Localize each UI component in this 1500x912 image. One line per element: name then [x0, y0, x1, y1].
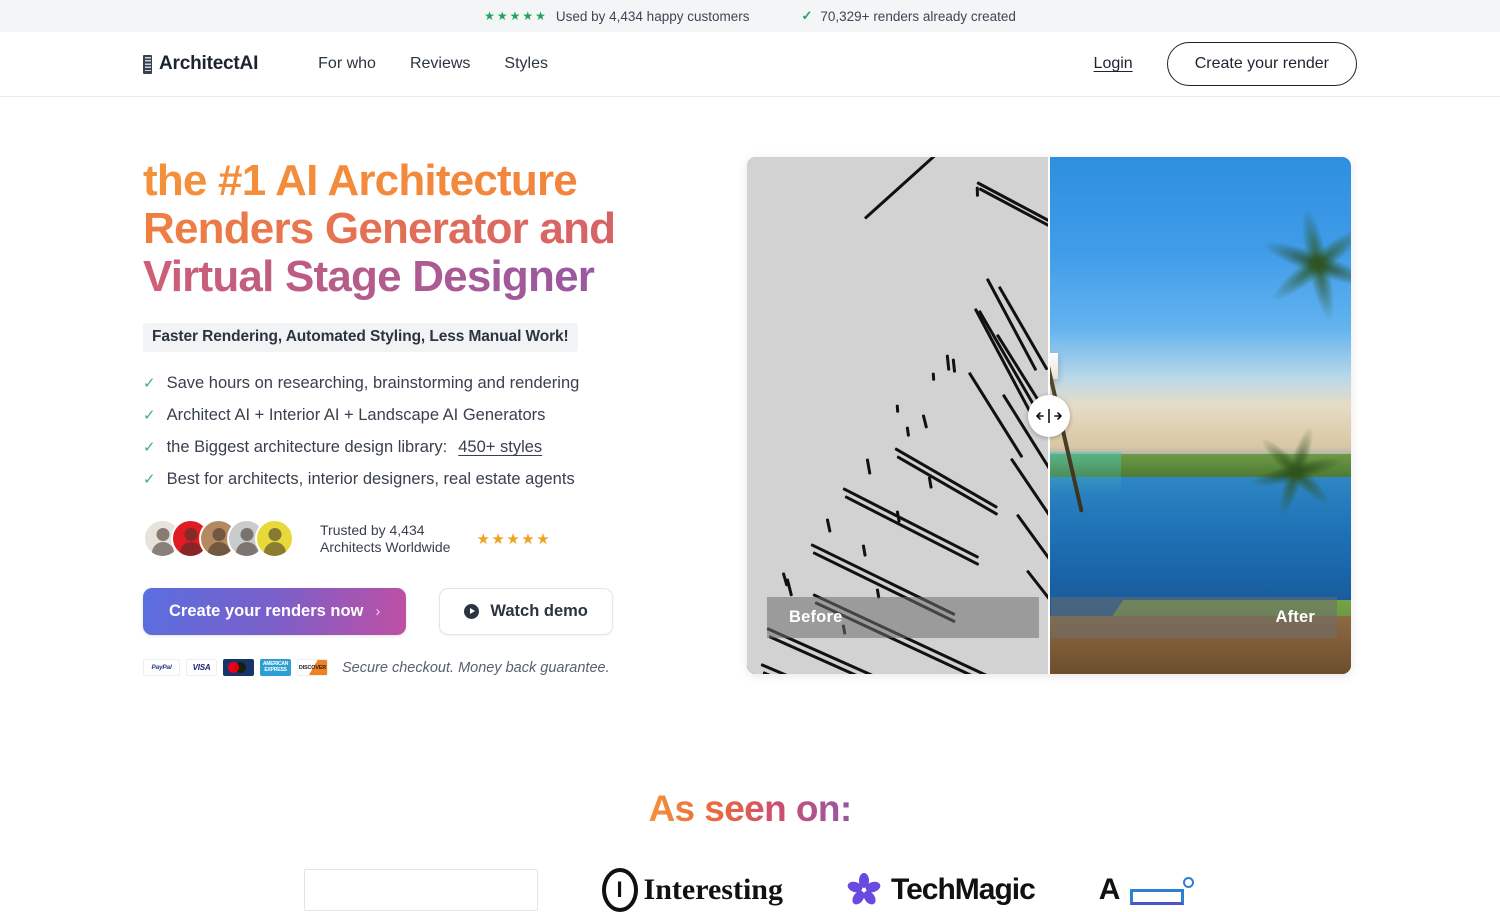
sketch-line — [895, 404, 900, 413]
check-icon: ✓ — [801, 8, 813, 23]
trust-line-1: Trusted by 4,434 — [320, 521, 425, 538]
star-rating-icon: ★★★★★ — [484, 9, 548, 23]
check-icon: ✓ — [143, 439, 156, 456]
before-image: Before — [747, 157, 1049, 674]
logo-interesting-label: Interesting — [643, 873, 783, 906]
sketch-line — [921, 414, 929, 429]
list-item: ✓ Best for architects, interior designer… — [143, 470, 643, 489]
discover-icon: DISCOVER — [297, 659, 328, 676]
create-renders-now-label: Create your renders now — [169, 602, 364, 620]
nav-actions: Login Create your render — [1094, 42, 1357, 86]
sketch-line — [762, 671, 989, 674]
hero-copy: the #1 AI Architecture Renders Generator… — [143, 157, 643, 676]
after-label: After — [1051, 597, 1337, 638]
cta-row: Create your renders now › Watch demo — [143, 588, 643, 635]
list-item: ✓ the Biggest architecture design librar… — [143, 438, 643, 457]
payment-note: Secure checkout. Money back guarantee. — [342, 659, 610, 676]
amex-icon: AMERICAN EXPRESS — [260, 659, 291, 676]
check-icon: ✓ — [143, 375, 156, 392]
avatar — [255, 519, 294, 558]
feature-text: Best for architects, interior designers,… — [166, 470, 575, 488]
headline-line-3: Virtual Stage Designer — [143, 253, 643, 301]
watch-demo-label: Watch demo — [490, 602, 588, 620]
paypal-icon: PayPal — [143, 659, 180, 676]
palm-tree — [1207, 157, 1351, 375]
styles-library-link[interactable]: 450+ styles — [458, 438, 542, 457]
sketch-line — [978, 187, 1049, 261]
list-item: ✓ Save hours on researching, brainstormi… — [143, 374, 643, 393]
nav-item-for-who[interactable]: For who — [318, 55, 376, 73]
customers-stat-label: Used by 4,434 happy customers — [555, 8, 750, 24]
logo-techmagic-label: TechMagic — [890, 873, 1036, 906]
create-renders-now-button[interactable]: Create your renders now › — [143, 588, 407, 635]
login-link[interactable]: Login — [1094, 55, 1133, 73]
logo-archdaily-label: A — [1098, 873, 1121, 906]
social-proof: Trusted by 4,434 Architects Worldwide ★★… — [143, 519, 643, 558]
page-title: the #1 AI Architecture Renders Generator… — [143, 157, 643, 301]
nav-item-reviews[interactable]: Reviews — [410, 55, 470, 73]
brand-name: ArchitectAI — [159, 53, 259, 74]
main-navigation: ArchitectAI For who Reviews Styles Login… — [0, 32, 1500, 97]
sketch-line — [945, 354, 951, 371]
star-rating-icon: ★★★★★ — [476, 530, 552, 548]
check-icon: ✓ — [143, 407, 156, 424]
chevron-right-icon: › — [375, 603, 381, 620]
hero-media: After Before — [747, 157, 1357, 676]
play-circle-icon — [464, 604, 480, 619]
visa-icon: VISA — [186, 659, 217, 676]
feature-list: ✓ Save hours on researching, brainstormi… — [143, 374, 643, 489]
avatar-group — [143, 519, 294, 558]
sketch-line — [825, 518, 832, 533]
feature-text: the Biggest architecture design library: — [166, 438, 448, 456]
slider-handle[interactable] — [1028, 394, 1070, 437]
list-item: ✓ Architect AI + Interior AI + Landscape… — [143, 406, 643, 425]
customers-stat: ★★★★★ Used by 4,434 happy customers — [484, 9, 749, 24]
mastercard-icon — [223, 659, 254, 676]
sketch-line — [951, 358, 957, 373]
trust-line-2: Architects Worldwide — [320, 538, 451, 555]
feature-text: Save hours on researching, brainstorming… — [166, 374, 580, 392]
building-icon — [143, 54, 152, 74]
logo-techmagic: TechMagic — [846, 873, 1036, 907]
payment-row: PayPal VISA AMERICAN EXPRESS DISCOVER Se… — [143, 659, 643, 676]
circle-i-icon: I — [601, 868, 638, 912]
nav-links: For who Reviews Styles — [318, 55, 548, 73]
renders-stat-label: 70,329+ renders already created — [820, 8, 1016, 24]
sketch-line — [861, 544, 867, 557]
before-after-slider[interactable]: After Before — [747, 157, 1351, 674]
before-label: Before — [767, 597, 1039, 638]
brand-logo[interactable]: ArchitectAI — [143, 53, 258, 75]
headline-line-1: the #1 AI Architecture — [143, 157, 643, 205]
sketch-line — [1009, 457, 1049, 531]
feature-text: Architect AI + Interior AI + Landscape A… — [166, 406, 546, 424]
as-seen-on-title: As seen on: — [648, 788, 852, 829]
headline-line-2: Renders Generator and — [143, 205, 643, 253]
sketch-line — [1015, 513, 1049, 581]
sketch-line — [975, 186, 980, 197]
sketch-line — [905, 426, 911, 437]
logo-interesting-engineering: I Interesting — [601, 868, 783, 912]
renders-stat: ✓ 70,329+ renders already created — [801, 8, 1015, 24]
left-right-arrow-icon — [1036, 408, 1062, 423]
trust-text: Trusted by 4,434 Architects Worldwide — [320, 522, 450, 556]
line-drawing-icon — [1126, 875, 1196, 905]
nav-item-styles[interactable]: Styles — [504, 55, 548, 73]
sketch-line — [896, 455, 999, 517]
as-seen-on-section: As seen on: I Interesting TechMagic A — [0, 788, 1500, 912]
sketch-line — [894, 447, 999, 510]
hero-section: the #1 AI Architecture Renders Generator… — [0, 97, 1500, 676]
create-render-button[interactable]: Create your render — [1166, 42, 1357, 86]
announcement-bar: ★★★★★ Used by 4,434 happy customers ✓ 70… — [0, 0, 1500, 32]
logo-archdaily: A — [1099, 873, 1197, 907]
check-icon: ✓ — [143, 471, 156, 488]
hero-subheading: Faster Rendering, Automated Styling, Les… — [143, 323, 578, 352]
logo-placeholder — [303, 869, 538, 911]
watch-demo-button[interactable]: Watch demo — [439, 588, 613, 635]
sketch-line — [931, 372, 936, 381]
payment-methods: PayPal VISA AMERICAN EXPRESS DISCOVER — [143, 659, 328, 676]
flower-icon — [846, 873, 882, 907]
press-logo-strip: I Interesting TechMagic A — [0, 868, 1500, 912]
sketch-line — [865, 458, 872, 475]
sketch-line — [863, 157, 956, 220]
